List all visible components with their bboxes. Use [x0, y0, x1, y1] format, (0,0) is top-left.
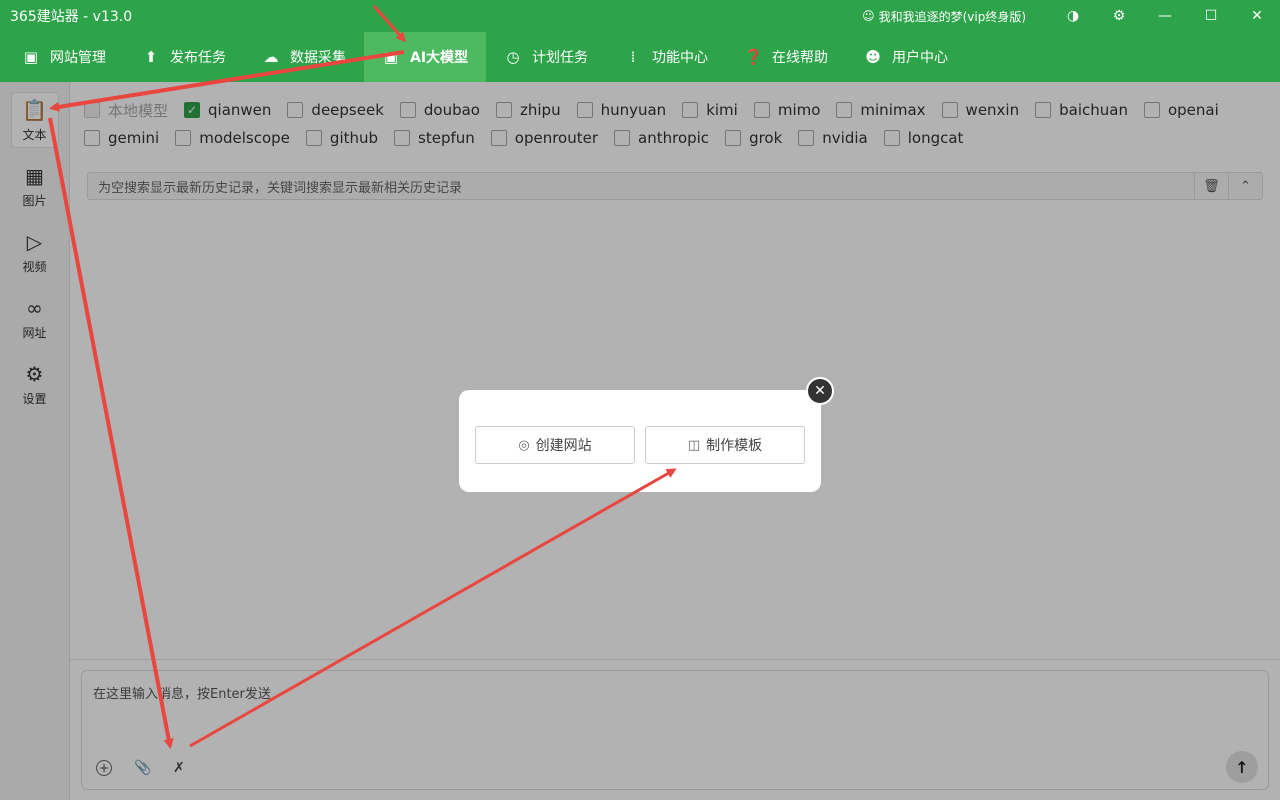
modal-close-icon[interactable]: ✕ [806, 377, 834, 405]
globe-icon: ◎ [518, 437, 530, 453]
menu-function-center[interactable]: ⁞ 功能中心 [606, 32, 726, 82]
robot-icon: ▣ [383, 48, 399, 66]
menu-online-help[interactable]: ❓ 在线帮助 [726, 32, 846, 82]
app-title: 365建站器 - v13.0 [10, 9, 133, 25]
user-icon: ☻ [865, 48, 881, 66]
minimize-button[interactable]: — [1142, 0, 1188, 32]
make-template-button[interactable]: ◫ 制作模板 [645, 426, 805, 464]
menu-publish-task[interactable]: ⬆ 发布任务 [124, 32, 244, 82]
window-icon: ▣ [23, 48, 39, 66]
user-badge-icon: ☺ [862, 9, 875, 23]
cloud-download-icon: ☁ [263, 48, 279, 66]
skin-icon[interactable]: ◑ [1050, 0, 1096, 32]
user-name: 我和我追逐的梦(vip终身版) [878, 9, 1026, 24]
help-icon: ❓ [744, 48, 763, 66]
title-bar: 365建站器 - v13.0 ☺ 我和我追逐的梦(vip终身版) ◑ ⚙ — ☐… [0, 0, 1280, 32]
upload-icon: ⬆ [144, 48, 158, 66]
menu-ai-model[interactable]: ▣ AI大模型 [364, 32, 487, 82]
maximize-button[interactable]: ☐ [1188, 0, 1234, 32]
template-icon: ◫ [687, 437, 701, 453]
grid-icon: ⁞ [630, 48, 636, 66]
user-info[interactable]: ☺ 我和我追逐的梦(vip终身版) [862, 8, 1026, 25]
action-modal: ◎ 创建网站 ◫ 制作模板 [459, 390, 821, 492]
menu-site-management[interactable]: ▣ 网站管理 [4, 32, 124, 82]
create-site-button[interactable]: ◎ 创建网站 [475, 426, 635, 464]
settings-gear-icon[interactable]: ⚙ [1096, 0, 1142, 32]
menu-scheduled-task[interactable]: ◷ 计划任务 [486, 32, 606, 82]
close-button[interactable]: ✕ [1234, 0, 1280, 32]
main-menu: ▣ 网站管理 ⬆ 发布任务 ☁ 数据采集 ▣ AI大模型 ◷ 计划任务 ⁞ 功能… [0, 32, 1280, 82]
menu-data-collection[interactable]: ☁ 数据采集 [244, 32, 364, 82]
clock-icon: ◷ [506, 48, 520, 66]
menu-user-center[interactable]: ☻ 用户中心 [846, 32, 966, 82]
